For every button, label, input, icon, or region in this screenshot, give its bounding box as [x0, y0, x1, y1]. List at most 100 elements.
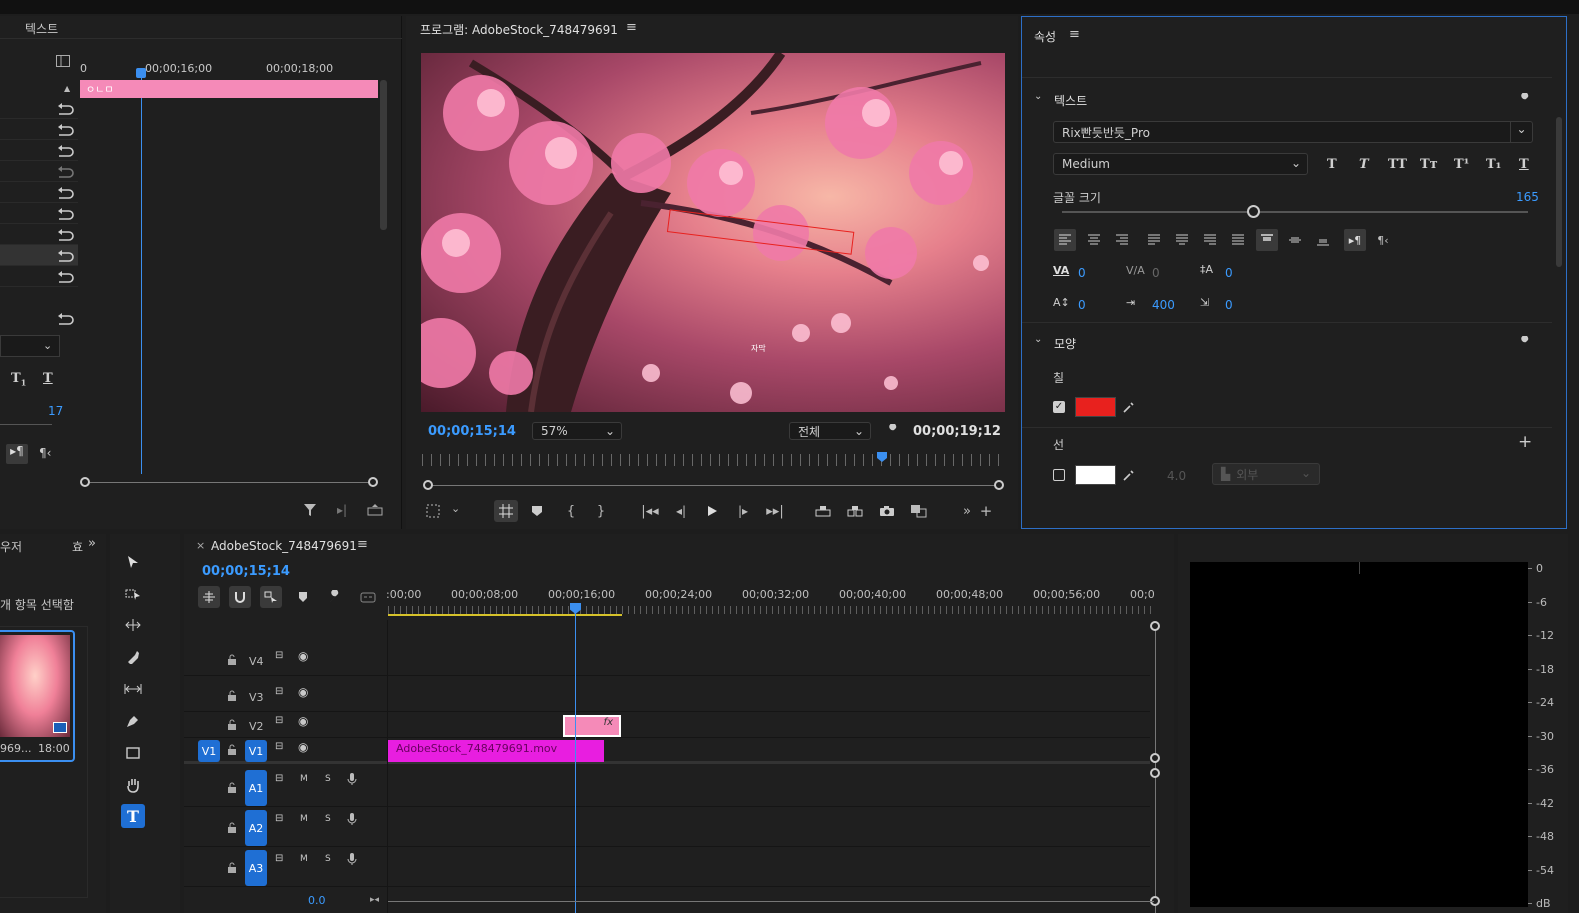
- panel-tab-text[interactable]: 텍스트: [25, 20, 58, 37]
- zoom-handle-left[interactable]: [423, 480, 433, 490]
- pen-tool-icon[interactable]: [123, 711, 143, 731]
- compare-view-icon[interactable]: [908, 502, 930, 520]
- reset-icon[interactable]: [56, 312, 74, 326]
- add-marker-icon[interactable]: [528, 502, 546, 520]
- eyedropper-icon[interactable]: [1121, 399, 1137, 415]
- play-icon[interactable]: [703, 502, 721, 520]
- type-tool-icon[interactable]: T: [121, 804, 145, 828]
- timeline-current-time[interactable]: 00;00;15;14: [202, 564, 290, 579]
- font-size-slider-handle[interactable]: [1247, 205, 1260, 218]
- close-icon[interactable]: ×: [196, 539, 205, 552]
- lock-icon[interactable]: [227, 690, 237, 702]
- justify-right-icon[interactable]: [1199, 229, 1221, 251]
- superscript-icon[interactable]: T¹: [1454, 157, 1469, 172]
- subscript-icon[interactable]: T1: [11, 371, 26, 388]
- italic-icon[interactable]: T: [1359, 157, 1369, 172]
- microphone-icon[interactable]: [347, 772, 357, 786]
- collapse-arrow-icon[interactable]: ▲: [64, 84, 70, 93]
- justify-left-icon[interactable]: [1143, 229, 1165, 251]
- zoom-dropdown[interactable]: 57% ⌄: [532, 422, 622, 440]
- lock-icon[interactable]: [227, 822, 237, 834]
- track-label-v4[interactable]: V4: [249, 655, 264, 668]
- export-icon[interactable]: [366, 502, 384, 518]
- lift-icon[interactable]: [813, 502, 833, 520]
- extract-icon[interactable]: [845, 502, 865, 520]
- track-label-v2[interactable]: V2: [249, 720, 264, 733]
- play-only-icon[interactable]: ▸|: [334, 502, 350, 518]
- zoom-handle-mid2[interactable]: [1150, 768, 1160, 778]
- safe-margins-icon[interactable]: [424, 502, 442, 520]
- more-icon[interactable]: »: [959, 502, 975, 520]
- rtl-icon[interactable]: ▸¶: [6, 444, 28, 464]
- insert-sequence-icon[interactable]: [198, 586, 220, 608]
- program-title[interactable]: 프로그램: AdobeStock_748479691: [420, 21, 618, 38]
- zoom-bar[interactable]: [428, 485, 1000, 486]
- font-style-dropdown[interactable]: Medium ⌄: [1053, 153, 1308, 175]
- stroke-checkbox[interactable]: [1053, 469, 1065, 481]
- track-label-v1[interactable]: V1: [245, 740, 267, 762]
- sync-lock-icon[interactable]: ⊟: [275, 741, 283, 752]
- zoom-handle-top[interactable]: [1150, 621, 1160, 631]
- eye-icon[interactable]: ◉: [298, 685, 308, 699]
- rtl-icon[interactable]: ¶‹: [1372, 229, 1394, 251]
- text-clip-v2[interactable]: fx: [563, 715, 621, 737]
- sync-lock-icon[interactable]: ⊟: [275, 715, 283, 726]
- appearance-section-title[interactable]: 모양: [1054, 335, 1076, 352]
- add-button-icon[interactable]: +: [978, 502, 994, 520]
- reset-icon[interactable]: [56, 165, 74, 179]
- end-icon[interactable]: ▸◂: [370, 895, 379, 905]
- stroke-color-swatch[interactable]: [1075, 465, 1116, 485]
- paragraph-icon[interactable]: ¶‹: [39, 446, 51, 460]
- wrench-icon[interactable]: [1516, 91, 1534, 109]
- video-clip-v1[interactable]: AdobeStock_748479691.mov: [388, 740, 604, 762]
- align-center-icon[interactable]: [1083, 229, 1105, 251]
- font-size-value[interactable]: 165: [1516, 190, 1539, 204]
- current-time[interactable]: 00;00;15;14: [428, 424, 516, 439]
- track-row-a3[interactable]: [184, 847, 1150, 887]
- text-section-title[interactable]: 텍스트: [1054, 92, 1087, 109]
- lock-icon[interactable]: [227, 719, 237, 731]
- mini-ruler[interactable]: 0 00;00;16;00 00;00;18;00: [80, 62, 380, 76]
- go-to-in-icon[interactable]: |◂◂: [640, 502, 660, 520]
- source-patch-v1[interactable]: V1: [198, 740, 220, 762]
- wrench-icon[interactable]: [884, 422, 902, 440]
- size-value[interactable]: 17: [48, 404, 63, 418]
- zoom-bar[interactable]: [84, 482, 374, 483]
- leading-value[interactable]: 0: [1225, 266, 1233, 280]
- reset-icon[interactable]: [56, 144, 74, 158]
- font-dropdown[interactable]: ⌄: [0, 335, 60, 357]
- ripple-edit-tool-icon[interactable]: [123, 615, 143, 635]
- rectangle-tool-icon[interactable]: [123, 743, 143, 763]
- caption-text[interactable]: 자막: [751, 343, 766, 354]
- baseline-value[interactable]: 0: [1078, 298, 1086, 312]
- underline-icon[interactable]: T: [43, 371, 53, 386]
- track-label-a3[interactable]: A3: [245, 850, 267, 886]
- chevron-down-icon[interactable]: ⌄: [1034, 91, 1042, 102]
- snap-icon[interactable]: [229, 586, 251, 608]
- solo-button[interactable]: S: [325, 774, 331, 784]
- add-stroke-icon[interactable]: +: [1518, 432, 1532, 452]
- zoom-handle-right[interactable]: [994, 480, 1004, 490]
- go-to-out-icon[interactable]: ▸▸|: [765, 502, 785, 520]
- subscript-icon[interactable]: T₁: [1486, 157, 1501, 172]
- slip-tool-icon[interactable]: [123, 679, 143, 699]
- zoom-handle-left[interactable]: [80, 477, 90, 487]
- lock-icon[interactable]: [227, 744, 237, 756]
- work-area-bar[interactable]: [388, 614, 622, 616]
- small-caps-icon[interactable]: Tт: [1420, 157, 1438, 172]
- justify-all-icon[interactable]: [1227, 229, 1249, 251]
- solo-button[interactable]: S: [325, 814, 331, 824]
- reset-icon[interactable]: [56, 207, 74, 221]
- monitor-ruler[interactable]: [422, 454, 1004, 466]
- sync-lock-icon[interactable]: ⊟: [275, 650, 283, 661]
- stroke-width-value[interactable]: 4.0: [1167, 469, 1186, 483]
- underline-icon[interactable]: T: [1519, 157, 1529, 172]
- track-label-a1[interactable]: A1: [245, 770, 267, 806]
- zoom-handle-mid[interactable]: [1150, 753, 1160, 763]
- slider-track[interactable]: [0, 424, 52, 425]
- track-row-a2[interactable]: [184, 807, 1150, 847]
- grid-icon[interactable]: [494, 500, 518, 522]
- reset-icon[interactable]: [56, 270, 74, 284]
- track-row-v3[interactable]: [184, 676, 1150, 712]
- chevron-down-icon[interactable]: ⌄: [1034, 334, 1042, 345]
